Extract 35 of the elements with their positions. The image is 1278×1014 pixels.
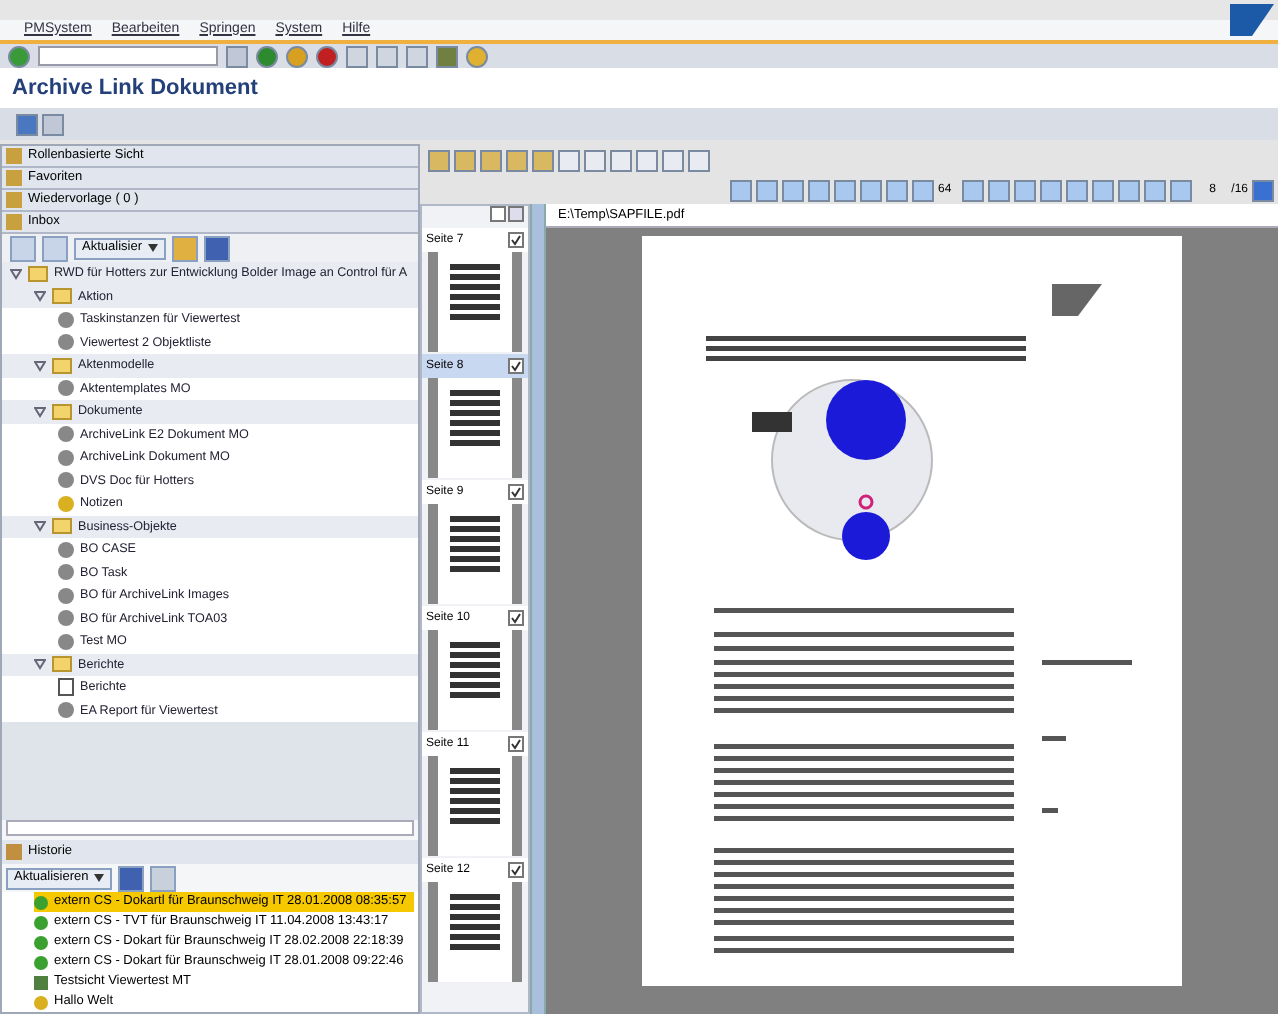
horizontal-scrollbar[interactable] — [6, 820, 414, 836]
vertical-scrollbar[interactable] — [530, 204, 546, 1014]
report-icon — [58, 678, 74, 697]
note-icon — [58, 495, 74, 512]
page-thumbnail[interactable] — [428, 882, 522, 982]
settings-button[interactable] — [203, 235, 230, 261]
expand-toggle[interactable] — [34, 405, 46, 418]
expand-toggle[interactable] — [10, 267, 22, 280]
thumbnail-checkbox[interactable] — [508, 484, 524, 500]
expand-toggle[interactable] — [34, 658, 46, 671]
thumbnail-checkbox[interactable] — [508, 232, 524, 248]
thumbnail-checkbox[interactable] — [508, 358, 524, 374]
expand-toggle[interactable] — [34, 359, 46, 372]
page-thumbnail[interactable] — [428, 630, 522, 730]
history-icon — [6, 844, 22, 860]
caret-icon — [147, 244, 158, 252]
page-thumbnail[interactable] — [428, 504, 522, 604]
thumbnail-checkbox[interactable] — [508, 736, 524, 752]
page-thumbnail[interactable] — [428, 252, 522, 352]
caret-icon — [94, 874, 105, 882]
sort-button[interactable] — [42, 235, 68, 261]
command-field[interactable] — [38, 46, 218, 66]
thumbnail-checkbox[interactable] — [508, 610, 524, 626]
note-icon — [34, 995, 48, 1009]
page-thumbnail[interactable] — [428, 378, 522, 478]
expand-toggle[interactable] — [34, 290, 46, 303]
filter-button[interactable] — [10, 235, 36, 261]
settings-button[interactable] — [118, 865, 145, 891]
window-title: Archive Link Dokument — [12, 73, 258, 104]
view-icon — [34, 975, 48, 989]
thumbnail-checkbox[interactable] — [508, 862, 524, 878]
export-button[interactable] — [171, 235, 198, 261]
page-thumbnail[interactable] — [428, 756, 522, 856]
delete-button[interactable] — [150, 865, 177, 891]
expand-toggle[interactable] — [34, 520, 46, 533]
